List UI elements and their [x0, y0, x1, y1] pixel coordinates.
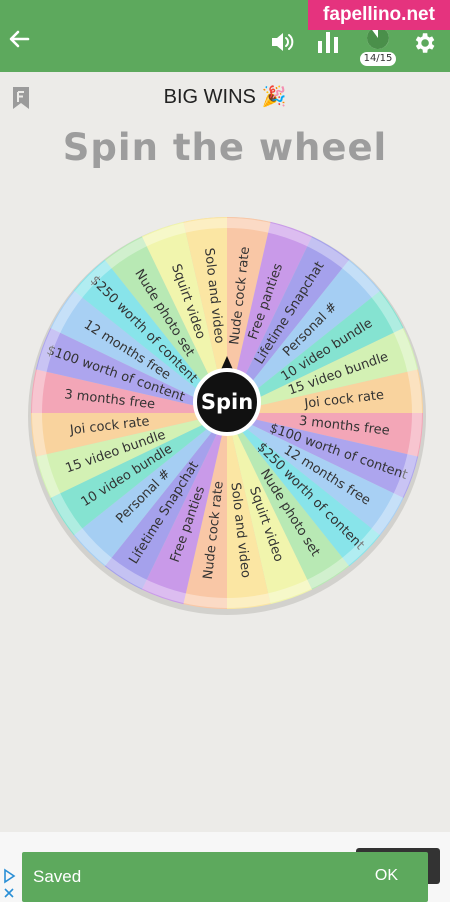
prize-wheel: Nude cock rate Free panties Lifetime Snapc… — [24, 210, 430, 616]
watermark: fapellino.net — [308, 0, 450, 30]
back-arrow-icon[interactable] — [8, 28, 30, 50]
spin-button[interactable]: Spin — [193, 368, 261, 436]
snackbar-ok-button[interactable]: OK — [375, 867, 398, 885]
snackbar-message: Saved — [33, 867, 82, 886]
snackbar: Saved OK — [22, 852, 428, 902]
ad-choices-icon[interactable] — [2, 868, 16, 900]
sound-icon[interactable] — [270, 30, 296, 54]
progress-button[interactable]: 14/15 — [360, 26, 396, 66]
page-subtitle: BIG WINS 🎉 — [163, 86, 287, 108]
gear-icon[interactable] — [411, 30, 437, 56]
page-title: Spin the wheel — [62, 126, 388, 169]
progress-count: 14/15 — [360, 52, 396, 66]
stats-icon[interactable] — [316, 29, 340, 55]
